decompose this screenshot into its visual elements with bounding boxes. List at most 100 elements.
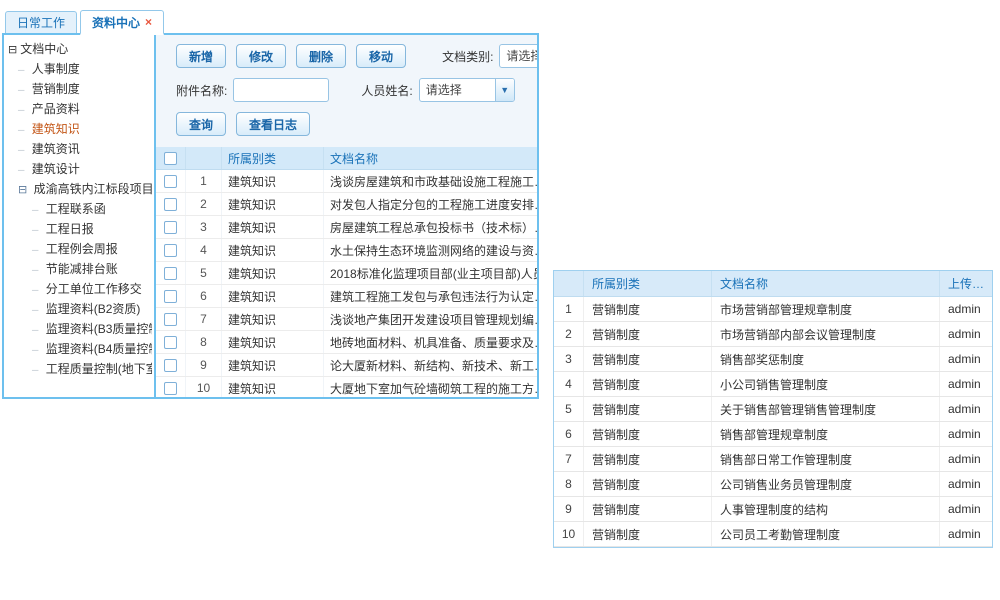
table-row[interactable]: 3 建筑知识 房屋建筑工程总承包投标书（技术标）… (156, 216, 537, 239)
table-row[interactable]: 10 营销制度 公司员工考勤管理制度 admin (554, 522, 992, 547)
query-button[interactable]: 查询 (176, 112, 226, 136)
table-row[interactable]: 9 营销制度 人事管理制度的结构 admin (554, 497, 992, 522)
row-checkbox[interactable] (164, 244, 177, 257)
row-category: 营销制度 (584, 472, 712, 496)
attachment-name-input[interactable] (233, 78, 329, 102)
tree-node[interactable]: 建筑设计 (6, 160, 152, 180)
row-checkbox[interactable] (164, 359, 177, 372)
tree-node[interactable]: 监理资料(B3质量控制) (6, 320, 152, 340)
table-row[interactable]: 4 建筑知识 水土保持生态环境监测网络的建设与资… (156, 239, 537, 262)
row-category: 建筑知识 (222, 354, 324, 376)
row-uploader: admin (940, 397, 992, 421)
row-category: 营销制度 (584, 297, 712, 321)
table-row[interactable]: 2 营销制度 市场营销部内部会议管理制度 admin (554, 322, 992, 347)
row-checkbox[interactable] (164, 267, 177, 280)
marketing-table-header: 所属别类 文档名称 上传… (554, 271, 992, 297)
table-row[interactable]: 1 营销制度 市场营销部管理规章制度 admin (554, 297, 992, 322)
tree-node[interactable]: 人事制度 (6, 60, 152, 80)
row-index: 2 (186, 193, 222, 215)
row-doc-name: 人事管理制度的结构 (712, 497, 940, 521)
table-row[interactable]: 2 建筑知识 对发包人指定分包的工程施工进度安排… (156, 193, 537, 216)
tab-label: 资料中心 (92, 14, 140, 31)
table-row[interactable]: 1 建筑知识 浅谈房屋建筑和市政基础设施工程施工… (156, 170, 537, 193)
tree-node[interactable]: 产品资料 (6, 100, 152, 120)
chevron-down-icon[interactable]: ▼ (495, 79, 514, 101)
row-doc-name: 销售部管理规章制度 (712, 422, 940, 446)
table-row[interactable]: 3 营销制度 销售部奖惩制度 admin (554, 347, 992, 372)
row-checkbox[interactable] (164, 313, 177, 326)
row-checkbox[interactable] (164, 290, 177, 303)
tree-node[interactable]: 节能减排台账 (6, 260, 152, 280)
doc-category-label: 文档类别: (442, 48, 493, 65)
row-checkbox[interactable] (164, 382, 177, 395)
tree-node[interactable]: 监理资料(B2资质) (6, 300, 152, 320)
table-row[interactable]: 6 营销制度 销售部管理规章制度 admin (554, 422, 992, 447)
row-doc-name: 公司销售业务员管理制度 (712, 472, 940, 496)
row-category: 建筑知识 (222, 331, 324, 353)
table-row[interactable]: 10 建筑知识 大厦地下室加气砼墙砌筑工程的施工方… (156, 377, 537, 397)
modify-button[interactable]: 修改 (236, 44, 286, 68)
tree-node[interactable]: 营销制度 (6, 80, 152, 100)
add-button[interactable]: 新增 (176, 44, 226, 68)
tree-node[interactable]: 建筑资讯 (6, 140, 152, 160)
delete-button[interactable]: 删除 (296, 44, 346, 68)
row-checkbox[interactable] (164, 221, 177, 234)
row-index: 9 (554, 497, 584, 521)
tree-node-label: 营销制度 (32, 82, 80, 96)
row-checkbox[interactable] (164, 198, 177, 211)
tree-node[interactable]: 建筑知识 (6, 120, 152, 140)
table-row[interactable]: 8 建筑知识 地砖地面材料、机具准备、质量要求及… (156, 331, 537, 354)
row-uploader: admin (940, 322, 992, 346)
tree-node-label: 工程质量控制(地下室) (46, 362, 152, 376)
tree-node[interactable]: 工程例会周报 (6, 240, 152, 260)
row-index: 10 (186, 377, 222, 397)
row-checkbox[interactable] (164, 336, 177, 349)
tree-node-document-center[interactable]: ⊟文档中心 (6, 40, 152, 60)
main-pane: 新增 修改 删除 移动 文档类别: 请选择 ▼ 文档名称: 附件名称: (156, 35, 537, 397)
tree-node[interactable]: 工程联系函 (6, 200, 152, 220)
tab-data-center[interactable]: 资料中心 × (80, 10, 164, 35)
tree-node-label: 监理资料(B3质量控制) (46, 322, 152, 336)
marketing-documents-table: 所属别类 文档名称 上传… 1 营销制度 市场营销部管理规章制度 admin 2… (553, 270, 993, 548)
tree-node[interactable]: 成渝高铁内江标段项目 (6, 180, 152, 200)
collapse-icon[interactable]: ⊟ (8, 44, 17, 56)
row-index: 4 (554, 372, 584, 396)
tree-node[interactable]: 分工单位工作移交 (6, 280, 152, 300)
table-row[interactable]: 7 建筑知识 浅谈地产集团开发建设项目管理规划编… (156, 308, 537, 331)
row-uploader: admin (940, 372, 992, 396)
doc-category-value: 请选择 (500, 45, 537, 67)
tree-node[interactable]: 监理资料(B4质量控制) (6, 340, 152, 360)
row-category: 营销制度 (584, 347, 712, 371)
toolbar: 新增 修改 删除 移动 文档类别: 请选择 ▼ 文档名称: 附件名称: (156, 35, 537, 147)
column-header-index (554, 271, 584, 296)
row-index: 8 (186, 331, 222, 353)
tab-daily-work[interactable]: 日常工作 (5, 11, 77, 33)
row-category: 营销制度 (584, 447, 712, 471)
row-index: 10 (554, 522, 584, 546)
close-icon[interactable]: × (145, 16, 152, 28)
column-header-uploader: 上传… (940, 271, 992, 296)
table-row[interactable]: 4 营销制度 小公司销售管理制度 admin (554, 372, 992, 397)
tree-node[interactable]: 工程日报 (6, 220, 152, 240)
view-log-button[interactable]: 查看日志 (236, 112, 310, 136)
tree-node-label: 监理资料(B4质量控制) (46, 342, 152, 356)
table-row[interactable]: 5 营销制度 关于销售部管理销售管理制度 admin (554, 397, 992, 422)
select-all-checkbox[interactable] (164, 152, 177, 165)
table-row[interactable]: 6 建筑知识 建筑工程施工发包与承包违法行为认定… (156, 285, 537, 308)
row-doc-name: 关于销售部管理销售管理制度 (712, 397, 940, 421)
column-header-doc-name: 文档名称 (324, 147, 537, 169)
move-button[interactable]: 移动 (356, 44, 406, 68)
row-index: 8 (554, 472, 584, 496)
row-checkbox[interactable] (164, 175, 177, 188)
table-row[interactable]: 5 建筑知识 2018标准化监理项目部(业主项目部)人员… (156, 262, 537, 285)
row-category: 建筑知识 (222, 377, 324, 397)
row-index: 7 (186, 308, 222, 330)
row-doc-name: 水土保持生态环境监测网络的建设与资… (324, 239, 537, 261)
person-name-select[interactable]: 请选择 ▼ (419, 78, 515, 102)
table-row[interactable]: 9 建筑知识 论大厦新材料、新结构、新技术、新工… (156, 354, 537, 377)
data-center-window: 日常工作 资料中心 × ⊟文档中心 人事制度 营销制度 产品资料 建筑知识 建筑… (2, 8, 539, 399)
tree-node[interactable]: 工程质量控制(地下室) (6, 360, 152, 380)
doc-category-select[interactable]: 请选择 ▼ (499, 44, 537, 68)
table-row[interactable]: 7 营销制度 销售部日常工作管理制度 admin (554, 447, 992, 472)
table-row[interactable]: 8 营销制度 公司销售业务员管理制度 admin (554, 472, 992, 497)
